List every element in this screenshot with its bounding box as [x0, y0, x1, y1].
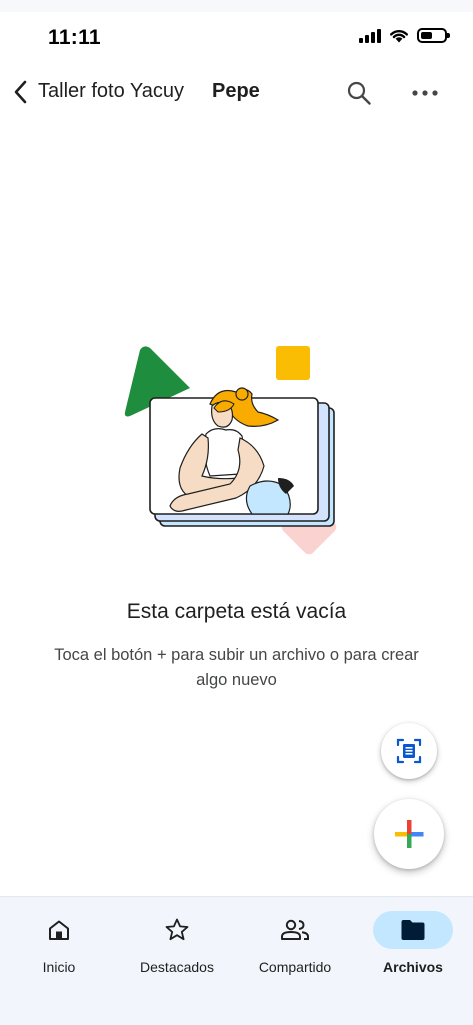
nav-item-destacados[interactable]: Destacados — [118, 897, 236, 997]
back-button[interactable] — [6, 74, 36, 110]
nav-icon-container-active — [373, 911, 453, 949]
empty-state-title: Esta carpeta está vacía — [126, 600, 347, 623]
nav-item-archivos[interactable]: Archivos — [354, 897, 472, 997]
new-item-button[interactable] — [374, 799, 444, 869]
nav-label: Archivos — [383, 959, 443, 975]
home-icon — [49, 920, 69, 940]
star-icon — [165, 918, 189, 941]
people-icon — [281, 919, 309, 940]
multicolor-plus-icon — [395, 820, 424, 848]
folder-icon — [401, 920, 425, 940]
nav-icon-container — [255, 911, 335, 949]
status-icons — [359, 28, 450, 43]
empty-folder-illustration — [124, 346, 337, 555]
nav-icon-container — [137, 911, 217, 949]
battery-icon — [417, 28, 450, 43]
nav-icon-container — [19, 911, 99, 949]
top-app-bar: Taller foto Yacuy Pepe — [0, 72, 473, 112]
empty-state-subtitle: Toca el botón + para subir un archivo o … — [54, 646, 419, 689]
nav-item-compartido[interactable]: Compartido — [236, 897, 354, 997]
more-options-button[interactable] — [406, 76, 444, 110]
search-icon — [347, 81, 371, 105]
nav-label: Inicio — [42, 959, 76, 975]
status-time: 11:11 — [48, 26, 101, 49]
search-button[interactable] — [342, 76, 376, 110]
cellular-signal-icon — [359, 28, 381, 43]
chevron-left-icon — [14, 80, 27, 104]
status-top-strip — [0, 0, 473, 12]
status-bar: 11:11 — [0, 0, 473, 72]
wifi-icon — [390, 30, 408, 43]
more-horizontal-icon — [412, 90, 438, 96]
document-scan-icon — [396, 738, 422, 764]
page-title: Pepe — [212, 80, 260, 102]
nav-label: Destacados — [140, 959, 214, 975]
scan-document-button[interactable] — [381, 723, 437, 779]
bottom-navigation: Inicio Destacados Compartido Archivos — [0, 896, 473, 1025]
breadcrumb-parent-folder[interactable]: Taller foto Yacuy — [38, 80, 184, 103]
nav-item-inicio[interactable]: Inicio — [0, 897, 118, 997]
nav-label: Compartido — [258, 959, 332, 975]
